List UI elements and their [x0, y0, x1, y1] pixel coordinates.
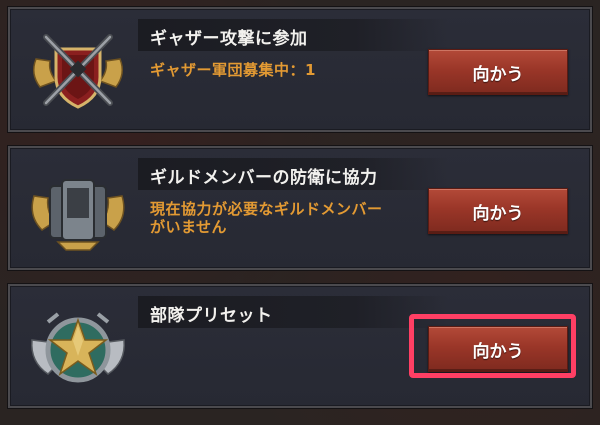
card-subtitle: ギャザー軍団募集中：1: [150, 61, 316, 79]
go-button[interactable]: 向かう: [428, 188, 568, 234]
card-title: ギャザー攻撃に参加: [150, 29, 308, 49]
crossed-rifles-shield-icon: [28, 19, 128, 119]
gather-attack-card: ギャザー攻撃に参加 ギャザー軍団募集中：1 向かう: [8, 7, 592, 132]
shields-wings-icon: [28, 158, 128, 258]
guild-defense-card: ギルドメンバーの防衛に協力 現在協力が必要なギルドメンバー がいません 向かう: [8, 146, 592, 270]
troop-preset-card: 部隊プリセット 向かう: [8, 284, 592, 408]
subtitle-line: 現在協力が必要なギルドメンバー: [150, 200, 383, 218]
card-title: 部隊プリセット: [150, 306, 273, 326]
go-button[interactable]: 向かう: [428, 326, 568, 372]
subtitle-line: ギャザー軍団募集中：1: [150, 61, 316, 79]
subtitle-line: がいません: [150, 218, 228, 236]
card-subtitle: 現在協力が必要なギルドメンバー がいません: [150, 200, 383, 236]
star-wings-emblem-icon: [28, 296, 128, 396]
go-button[interactable]: 向かう: [428, 49, 568, 95]
card-title: ギルドメンバーの防衛に協力: [150, 168, 378, 188]
